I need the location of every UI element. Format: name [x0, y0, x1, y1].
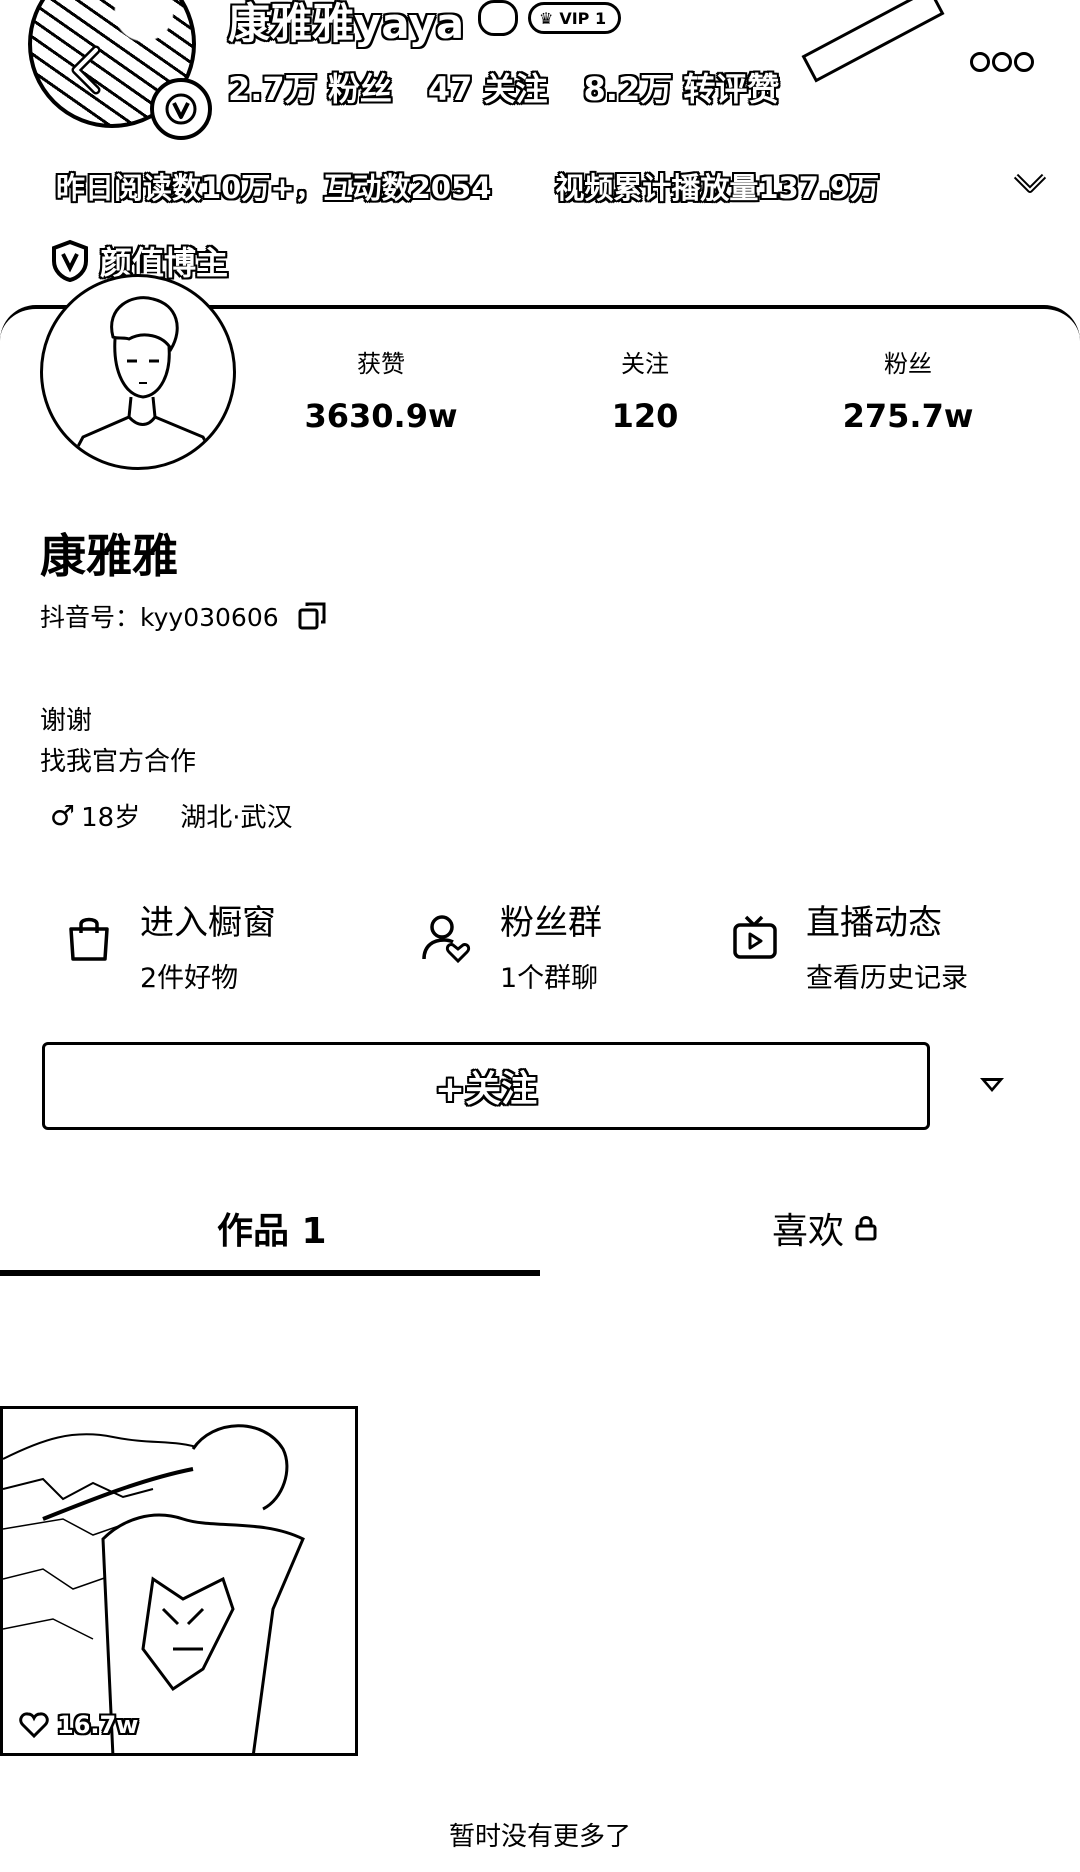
video-thumbnail[interactable]: 16.7w — [0, 1406, 358, 1756]
likes-stat-label: 获赞 — [357, 350, 405, 378]
fan-group-subtitle: 1个群聊 — [500, 963, 599, 994]
live-history-title: 直播动态 — [806, 903, 942, 943]
banner-decoration — [801, 0, 945, 83]
male-icon: ♂ — [50, 799, 76, 832]
tab-likes[interactable]: 喜欢 — [772, 1202, 878, 1254]
heart-icon — [19, 1712, 49, 1739]
followers-stat-value: 275.7w — [842, 397, 974, 435]
banner-interactions-stat: 8.2万 转评赞 — [583, 70, 780, 108]
level-badge-icon — [478, 0, 518, 36]
following-stat-label: 关注 — [621, 350, 669, 378]
live-tv-icon — [733, 915, 777, 959]
avatar-illustration — [65, 296, 221, 467]
bio-line-1: 谢谢 — [40, 706, 93, 736]
shopping-bag-icon — [69, 917, 109, 961]
douyin-id-value: kyy030606 — [140, 603, 279, 632]
data-info-row[interactable]: 昨日阅读数10万+，互动数2054 视频累计播放量137.9万 — [56, 165, 879, 207]
location-label: 湖北·武汉 — [180, 803, 293, 833]
gender-age: ♂ 18岁 — [50, 797, 140, 834]
profile-name: 康雅雅 — [40, 529, 178, 583]
verified-badge-icon — [150, 78, 212, 140]
play-count-info: 视频累计播放量137.9万 — [555, 171, 880, 205]
more-options-icon[interactable] — [970, 52, 1034, 72]
vip-badge-label: VIP 1 — [559, 8, 607, 28]
copy-icon[interactable] — [297, 601, 327, 631]
banner-badges: ♛ VIP 1 — [478, 0, 622, 36]
fan-group-title: 粉丝群 — [500, 903, 602, 943]
tab-works-label: 作品 1 — [217, 1211, 327, 1252]
banner-following-stat: 47 关注 — [427, 70, 548, 108]
following-stat-value: 120 — [611, 397, 679, 435]
read-count-info: 昨日阅读数10万+，互动数2054 — [56, 171, 492, 205]
bio-line-2: 找我官方合作 — [40, 747, 197, 777]
vip-badge: ♛ VIP 1 — [528, 2, 622, 34]
age-label: 18岁 — [81, 803, 141, 833]
shop-window-subtitle: 2件好物 — [140, 963, 239, 994]
followers-stat[interactable]: 粉丝 275.7w — [808, 344, 1008, 435]
profile-banner: 康雅雅yaya ♛ VIP 1 2.7万 粉丝 47 关注 8.2万 转评赞 昨… — [0, 0, 1080, 300]
likes-stat[interactable]: 获赞 3630.9w — [281, 344, 481, 435]
video-likes: 16.7w — [19, 1711, 138, 1739]
avatar[interactable] — [40, 274, 236, 470]
banner-fans-stat: 2.7万 粉丝 — [228, 70, 392, 108]
live-history-subtitle: 查看历史记录 — [806, 963, 968, 994]
douyin-id-row: 抖音号：kyy030606 — [40, 598, 327, 634]
shield-icon — [52, 239, 88, 283]
follow-button-label: +关注 — [434, 1069, 538, 1110]
fan-group-entry[interactable]: 粉丝群 1个群聊 — [420, 895, 602, 995]
banner-nickname: 康雅雅yaya — [228, 0, 465, 48]
live-history-entry[interactable]: 直播动态 查看历史记录 — [732, 895, 968, 995]
lock-icon — [855, 1216, 877, 1241]
dropdown-triangle-icon[interactable] — [980, 1078, 1004, 1092]
following-stat[interactable]: 关注 120 — [545, 344, 745, 435]
active-tab-indicator — [0, 1270, 540, 1276]
video-cover-image — [3, 1424, 305, 1753]
banner-stats: 2.7万 粉丝 47 关注 8.2万 转评赞 — [228, 64, 779, 110]
followers-stat-label: 粉丝 — [884, 350, 932, 378]
chevron-down-icon[interactable] — [1012, 168, 1048, 198]
shop-window-entry[interactable]: 进入橱窗 2件好物 — [66, 895, 276, 995]
fan-group-icon — [422, 915, 471, 964]
crown-icon: ♛ — [539, 8, 554, 28]
shop-window-title: 进入橱窗 — [140, 903, 276, 943]
profile-meta: ♂ 18岁 湖北·武汉 — [50, 797, 292, 834]
likes-stat-value: 3630.9w — [304, 397, 458, 435]
tab-likes-label: 喜欢 — [772, 1211, 845, 1252]
back-arrow-icon[interactable] — [58, 40, 118, 100]
follow-button[interactable]: +关注 — [42, 1042, 930, 1130]
tab-works[interactable]: 作品 1 — [217, 1202, 327, 1254]
video-likes-count: 16.7w — [57, 1711, 139, 1739]
no-more-content-text: 暂时没有更多了 — [448, 1822, 631, 1852]
douyin-id-prefix: 抖音号： — [40, 603, 141, 632]
